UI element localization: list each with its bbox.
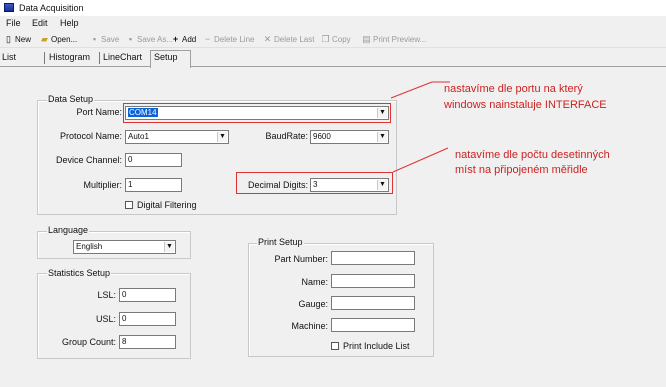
group-count-input[interactable]: 8 xyxy=(119,335,176,349)
machine-input[interactable] xyxy=(331,318,415,332)
language-legend: Language xyxy=(47,225,90,235)
language-value: English xyxy=(76,242,103,251)
gauge-input[interactable] xyxy=(331,296,415,310)
part-number-label: Part Number: xyxy=(274,254,328,264)
machine-label: Machine: xyxy=(291,321,328,331)
usl-label: USL: xyxy=(95,314,116,324)
port-annotation-line1: nastavíme dle portu na který xyxy=(444,83,583,95)
part-number-input[interactable] xyxy=(331,251,415,265)
chevron-down-icon[interactable]: ▼ xyxy=(164,242,174,252)
name-label: Name: xyxy=(301,277,328,287)
usl-input[interactable]: 0 xyxy=(119,312,176,326)
print-include-list-checkbox[interactable] xyxy=(331,342,339,350)
name-input[interactable] xyxy=(331,274,415,288)
digits-annotation-line2: míst na připojeném měřidle xyxy=(455,164,588,176)
group-count-label: Group Count: xyxy=(61,337,116,347)
port-callout-line xyxy=(390,81,433,99)
port-annotation-line2: windows nainstaluje INTERFACE xyxy=(444,99,607,111)
lsl-label: LSL: xyxy=(97,290,116,300)
digits-annotation-line1: natavíme dle počtu desetinných xyxy=(455,149,610,161)
lsl-input[interactable]: 0 xyxy=(119,288,176,302)
language-select[interactable]: English ▼ xyxy=(73,240,176,254)
digits-callout-line xyxy=(392,147,449,173)
print-include-list-label: Print Include List xyxy=(343,341,410,351)
gauge-label: Gauge: xyxy=(298,299,328,309)
print-setup-legend: Print Setup xyxy=(257,237,304,247)
statistics-legend: Statistics Setup xyxy=(47,268,112,278)
